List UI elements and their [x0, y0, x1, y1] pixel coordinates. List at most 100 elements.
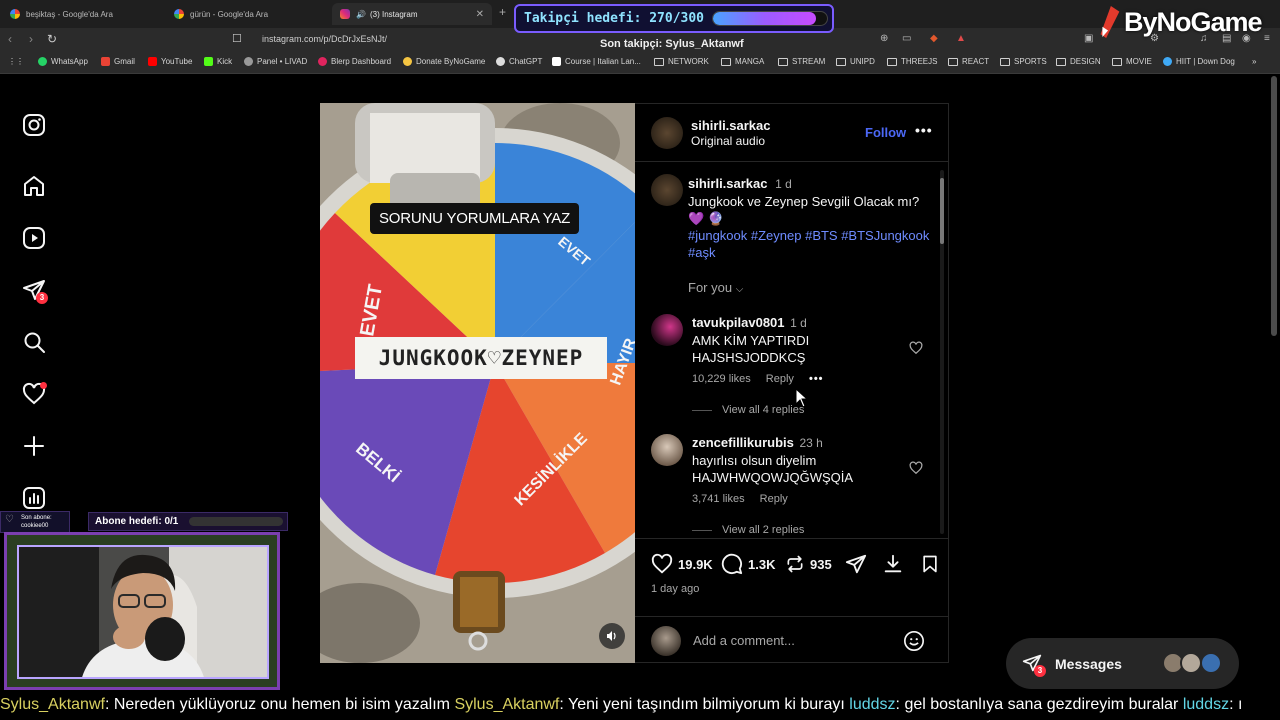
direct-messages-nav[interactable]: 3	[22, 278, 48, 304]
bookmark-label: NETWORK	[668, 57, 709, 66]
post-media[interactable]: EVET HAYIR BELKİ KESİNLİKLE EVET SORUNU …	[320, 103, 635, 663]
follower-goal-bar	[712, 11, 828, 26]
author-avatar[interactable]	[651, 174, 683, 206]
more-bookmarks-icon[interactable]: »	[1252, 57, 1256, 66]
emoji-icon[interactable]	[903, 630, 925, 652]
zoom-icon[interactable]: ⊕	[880, 33, 888, 44]
folder-manga[interactable]: MANGA	[721, 57, 764, 66]
follow-button[interactable]: Follow	[865, 125, 906, 140]
bookmark-kick[interactable]: Kick	[204, 57, 232, 66]
comments-scrollbar[interactable]	[940, 170, 944, 534]
bookmark-label: UNIPD	[850, 57, 875, 66]
tab-instagram[interactable]: 🔊 (3) Instagram ✕	[332, 3, 492, 25]
add-comment-input[interactable]: Add a comment...	[693, 633, 795, 648]
comment-likes[interactable]: 10,229 likes	[692, 373, 751, 385]
comment-likes[interactable]: 3,741 likes	[692, 493, 745, 505]
view-replies-button[interactable]: View all 4 replies	[692, 404, 804, 416]
instagram-logo-icon[interactable]	[22, 113, 46, 137]
search-icon[interactable]	[22, 330, 46, 354]
tab-gurun[interactable]: gürün - Google'da Ara	[166, 3, 331, 25]
caption-hashtags[interactable]: #aşk	[688, 245, 715, 260]
bookmark-gmail[interactable]: Gmail	[101, 57, 135, 66]
folder-sports[interactable]: SPORTS	[1000, 57, 1047, 66]
download-icon[interactable]	[882, 553, 904, 575]
create-icon[interactable]	[22, 434, 46, 458]
rewards-icon[interactable]: ▲	[956, 33, 966, 44]
apps-icon[interactable]: ⋮⋮	[8, 57, 24, 66]
reels-icon[interactable]	[22, 226, 46, 250]
like-button[interactable]: 19.9K	[651, 553, 713, 575]
post-actions: 19.9K 1.3K 935 1 day ago	[635, 538, 949, 618]
back-icon[interactable]: ‹	[8, 32, 12, 46]
home-icon[interactable]	[22, 174, 46, 198]
bookmark-blerp[interactable]: Blerp Dashboard	[318, 57, 391, 66]
commenter-avatar[interactable]	[651, 314, 683, 346]
bookmark-donate[interactable]: Donate ByNoGame	[403, 57, 485, 66]
menu-icon[interactable]: ≡	[1264, 33, 1270, 44]
dashboard-icon[interactable]	[22, 486, 46, 510]
bookmarks-bar: ⋮⋮ WhatsApp Gmail YouTube Kick Panel • L…	[0, 52, 1280, 74]
share-icon[interactable]	[845, 553, 867, 575]
caption-username[interactable]: sihirli.sarkac	[688, 176, 768, 191]
reply-button[interactable]: Reply	[766, 373, 794, 385]
comment-username[interactable]: tavukpilav0801	[692, 315, 785, 330]
bookmark-panel[interactable]: Panel • LIVAD	[244, 57, 307, 66]
folder-movie[interactable]: MOVIE	[1112, 57, 1152, 66]
instagram-icon	[340, 9, 350, 19]
more-options-icon[interactable]: •••	[915, 122, 933, 138]
close-tab-icon[interactable]: ✕	[476, 9, 484, 20]
tab-besiktas[interactable]: beşiktaş - Google'da Ara	[2, 3, 167, 25]
like-comment-icon[interactable]	[909, 461, 923, 475]
folder-icon	[948, 57, 958, 66]
messages-button[interactable]: 3 Messages	[1006, 638, 1239, 689]
commenter-avatar[interactable]	[651, 434, 683, 466]
bookmark-icon[interactable]: ☐	[232, 32, 242, 45]
brave-shield-icon[interactable]: ◆	[930, 33, 938, 44]
follower-goal-label: Takipçi hedefi: 270/300	[524, 11, 705, 26]
mouse-cursor-icon	[795, 388, 809, 408]
bookmark-course[interactable]: Course | Italian Lan...	[552, 57, 641, 66]
folder-icon	[1056, 57, 1066, 66]
comment-options-icon[interactable]: •••	[809, 373, 824, 385]
reload-icon[interactable]: ↻	[47, 32, 57, 46]
cast-icon[interactable]: ▭	[902, 33, 911, 44]
folder-unipd[interactable]: UNIPD	[836, 57, 875, 66]
sound-toggle-button[interactable]	[599, 623, 625, 649]
url-field[interactable]: instagram.com/p/DcDrJxEsNJt/	[262, 34, 387, 44]
bookmark-hiit[interactable]: HIIT | Down Dog	[1163, 57, 1235, 66]
view-replies-button[interactable]: View all 2 replies	[692, 524, 804, 536]
extension-icon[interactable]: ▣	[1084, 33, 1093, 44]
audio-label[interactable]: Original audio	[691, 134, 765, 148]
comments-section[interactable]: sihirli.sarkac 1 d Jungkook ve Zeynep Se…	[635, 162, 949, 538]
folder-design[interactable]: DESIGN	[1056, 57, 1101, 66]
page-scrollbar[interactable]	[1271, 76, 1277, 336]
chat-username: Sylus_Aktanwf	[0, 696, 105, 713]
comment: tavukpilav0801 1 d AMK KİM YAPTIRDI HAJS…	[692, 314, 912, 366]
comments-scrollbar-thumb[interactable]	[940, 178, 944, 244]
bookmark-chatgpt[interactable]: ChatGPT	[496, 57, 542, 66]
bookmark-youtube[interactable]: YouTube	[148, 57, 192, 66]
heart-icon: ♡	[5, 514, 14, 525]
reply-button[interactable]: Reply	[760, 493, 788, 505]
author-avatar[interactable]	[651, 117, 683, 149]
forward-icon[interactable]: ›	[29, 32, 33, 46]
new-tab-icon[interactable]: +	[499, 5, 506, 19]
caption-hashtags[interactable]: #jungkook #Zeynep #BTS #BTSJungkook	[688, 228, 929, 243]
sort-comments-dropdown[interactable]: For you ⌵	[688, 279, 743, 298]
folder-threejs[interactable]: THREEJS	[887, 57, 937, 66]
comment-button[interactable]: 1.3K	[721, 553, 775, 575]
save-bookmark-icon[interactable]	[920, 553, 940, 575]
comment-username[interactable]: zencefillikurubis	[692, 435, 794, 450]
folder-stream[interactable]: STREAM	[778, 57, 825, 66]
sort-label: For you	[688, 280, 733, 295]
repost-button[interactable]: 935	[785, 553, 832, 575]
webcam-frame	[4, 532, 280, 690]
like-comment-icon[interactable]	[909, 341, 923, 355]
bookmark-whatsapp[interactable]: WhatsApp	[38, 57, 88, 66]
folder-react[interactable]: REACT	[948, 57, 989, 66]
chat-message: ı	[1237, 696, 1243, 713]
x-icon	[552, 57, 561, 66]
author-username[interactable]: sihirli.sarkac	[691, 118, 771, 133]
notifications-nav[interactable]	[22, 382, 47, 406]
folder-network[interactable]: NETWORK	[654, 57, 709, 66]
